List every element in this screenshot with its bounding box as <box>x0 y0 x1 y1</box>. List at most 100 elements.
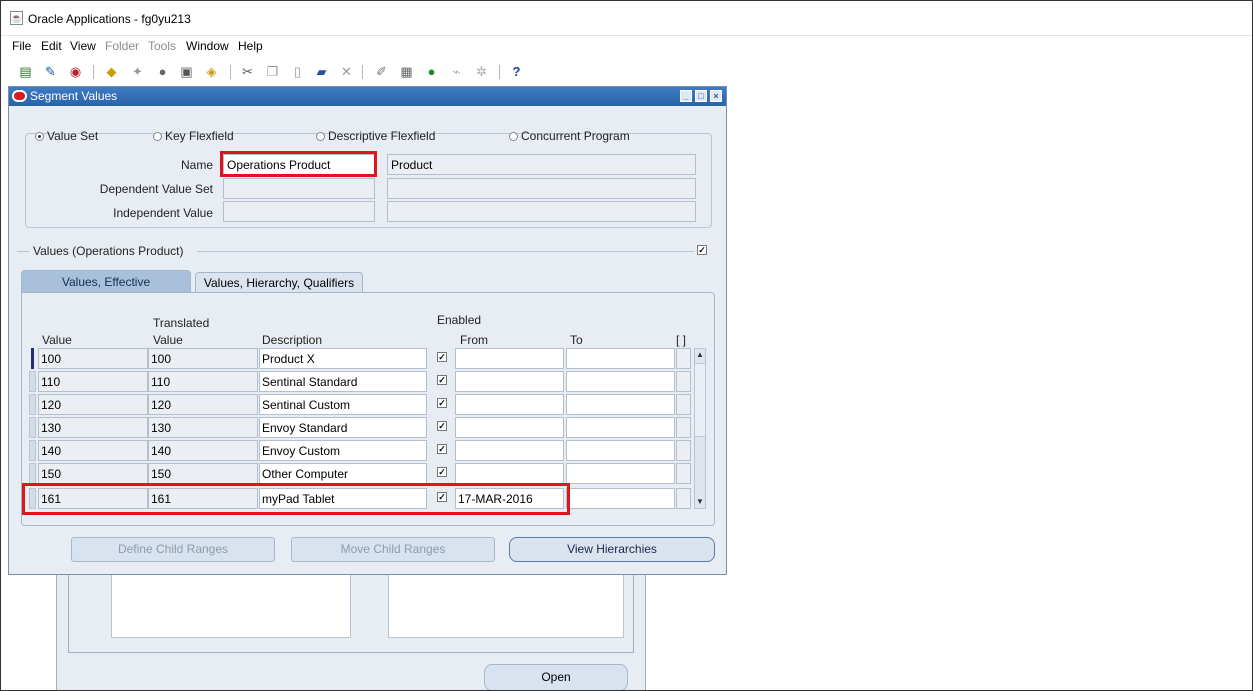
to-date-cell[interactable] <box>566 463 675 484</box>
view-hierarchies-button[interactable]: View Hierarchies <box>509 537 715 562</box>
menu-view[interactable]: View <box>70 39 96 53</box>
menu-tools[interactable]: Tools <box>148 39 176 53</box>
cut-icon[interactable]: ✂ <box>239 64 256 80</box>
enabled-checkbox[interactable]: ✓ <box>437 352 447 362</box>
close-icon[interactable]: × <box>710 90 722 102</box>
navigator-icon[interactable]: ◉ <box>67 64 84 80</box>
from-date-cell[interactable] <box>455 348 564 369</box>
dependent-value-set-field[interactable] <box>223 178 375 199</box>
menu-folder[interactable]: Folder <box>105 39 139 53</box>
record-indicator[interactable] <box>29 371 36 392</box>
enabled-checkbox[interactable]: ✓ <box>437 398 447 408</box>
copy-icon[interactable]: ❐ <box>264 64 281 80</box>
radio-key-flexfield[interactable]: Key Flexfield <box>153 129 234 143</box>
scroll-thumb[interactable] <box>695 363 705 437</box>
translated-value-cell[interactable]: 120 <box>148 394 258 415</box>
record-indicator[interactable] <box>29 394 36 415</box>
enabled-checkbox[interactable]: ✓ <box>437 492 447 502</box>
to-date-cell[interactable] <box>566 394 675 415</box>
to-date-cell[interactable] <box>566 440 675 461</box>
radio-descriptive-flexfield[interactable]: Descriptive Flexfield <box>316 129 435 143</box>
to-date-cell[interactable] <box>566 488 675 509</box>
description-cell[interactable]: Sentinal Custom <box>259 394 427 415</box>
translations-icon[interactable]: ● <box>423 64 440 80</box>
edit-field-icon[interactable]: ✐ <box>373 64 390 80</box>
record-indicator[interactable] <box>29 417 36 438</box>
descriptive-flex-cell[interactable] <box>676 394 691 415</box>
move-child-ranges-button[interactable]: Move Child Ranges <box>291 537 495 562</box>
to-date-cell[interactable] <box>566 348 675 369</box>
independent-value-field[interactable] <box>223 201 375 222</box>
next-step-icon[interactable]: ✦ <box>129 64 146 80</box>
close-form-icon[interactable]: ◈ <box>203 64 220 80</box>
table-scrollbar[interactable]: ▲ ▼ <box>694 348 706 509</box>
dependent-value-set-description[interactable] <box>387 178 696 199</box>
minimize-icon[interactable]: _ <box>680 90 692 102</box>
open-button[interactable]: Open <box>484 664 628 691</box>
value-cell[interactable]: 140 <box>38 440 148 461</box>
enabled-checkbox[interactable]: ✓ <box>437 444 447 454</box>
menu-edit[interactable]: Edit <box>41 39 62 53</box>
radio-value-set[interactable]: Value Set <box>35 129 98 143</box>
description-cell[interactable]: Product X <box>259 348 427 369</box>
to-date-cell[interactable] <box>566 417 675 438</box>
descriptive-flex-cell[interactable] <box>676 371 691 392</box>
tab-values-effective[interactable]: Values, Effective <box>21 270 191 293</box>
save-icon[interactable]: ◆ <box>103 64 120 80</box>
translated-value-cell[interactable]: 110 <box>148 371 258 392</box>
switch-responsibility-icon[interactable]: ● <box>154 64 171 80</box>
value-cell[interactable]: 161 <box>38 488 148 509</box>
independent-value-description[interactable] <box>387 201 696 222</box>
help-icon[interactable]: ? <box>508 64 525 80</box>
translated-value-cell[interactable]: 161 <box>148 488 258 509</box>
value-cell[interactable]: 120 <box>38 394 148 415</box>
menu-file[interactable]: File <box>12 39 31 53</box>
menu-help[interactable]: Help <box>238 39 263 53</box>
from-date-cell[interactable] <box>455 440 564 461</box>
descriptive-flex-cell[interactable] <box>676 463 691 484</box>
translated-value-cell[interactable]: 100 <box>148 348 258 369</box>
from-date-cell[interactable]: 17-MAR-2016 <box>455 488 564 509</box>
descriptive-flex-cell[interactable] <box>676 348 691 369</box>
value-cell[interactable]: 130 <box>38 417 148 438</box>
scroll-down-icon[interactable]: ▼ <box>695 496 705 508</box>
description-cell[interactable]: Other Computer <box>259 463 427 484</box>
zoom-icon[interactable]: ▦ <box>398 64 415 80</box>
enabled-checkbox[interactable]: ✓ <box>437 467 447 477</box>
descriptive-flex-cell[interactable] <box>676 488 691 509</box>
name-field[interactable]: Operations Product <box>223 154 375 175</box>
tab-values-hierarchy-qualifiers[interactable]: Values, Hierarchy, Qualifiers <box>195 272 363 293</box>
from-date-cell[interactable] <box>455 394 564 415</box>
translated-value-cell[interactable]: 140 <box>148 440 258 461</box>
value-cell[interactable]: 150 <box>38 463 148 484</box>
translated-value-cell[interactable]: 150 <box>148 463 258 484</box>
value-cell[interactable]: 100 <box>38 348 148 369</box>
folder-tools-icon[interactable]: ✲ <box>473 64 490 80</box>
paste-icon[interactable]: ▯ <box>289 64 306 80</box>
translated-value-cell[interactable]: 130 <box>148 417 258 438</box>
section-checkbox[interactable]: ✓ <box>697 245 707 255</box>
new-icon[interactable]: ▤ <box>17 64 34 80</box>
value-cell[interactable]: 110 <box>38 371 148 392</box>
radio-concurrent-program[interactable]: Concurrent Program <box>509 129 630 143</box>
new-record-icon[interactable]: ▰ <box>313 64 330 80</box>
enabled-checkbox[interactable]: ✓ <box>437 375 447 385</box>
descriptive-flex-cell[interactable] <box>676 417 691 438</box>
from-date-cell[interactable] <box>455 371 564 392</box>
delete-record-icon[interactable]: ✕ <box>338 64 355 80</box>
enabled-checkbox[interactable]: ✓ <box>437 421 447 431</box>
description-cell[interactable]: myPad Tablet <box>259 488 427 509</box>
descriptive-flex-cell[interactable] <box>676 440 691 461</box>
print-icon[interactable]: ▣ <box>178 64 195 80</box>
description-cell[interactable]: Envoy Custom <box>259 440 427 461</box>
scroll-up-icon[interactable]: ▲ <box>695 349 705 361</box>
record-indicator[interactable] <box>29 463 36 484</box>
maximize-icon[interactable]: □ <box>695 90 707 102</box>
description-cell[interactable]: Sentinal Standard <box>259 371 427 392</box>
name-description-field[interactable]: Product <box>387 154 696 175</box>
define-child-ranges-button[interactable]: Define Child Ranges <box>71 537 275 562</box>
to-date-cell[interactable] <box>566 371 675 392</box>
record-indicator[interactable] <box>29 488 36 509</box>
description-cell[interactable]: Envoy Standard <box>259 417 427 438</box>
from-date-cell[interactable] <box>455 463 564 484</box>
